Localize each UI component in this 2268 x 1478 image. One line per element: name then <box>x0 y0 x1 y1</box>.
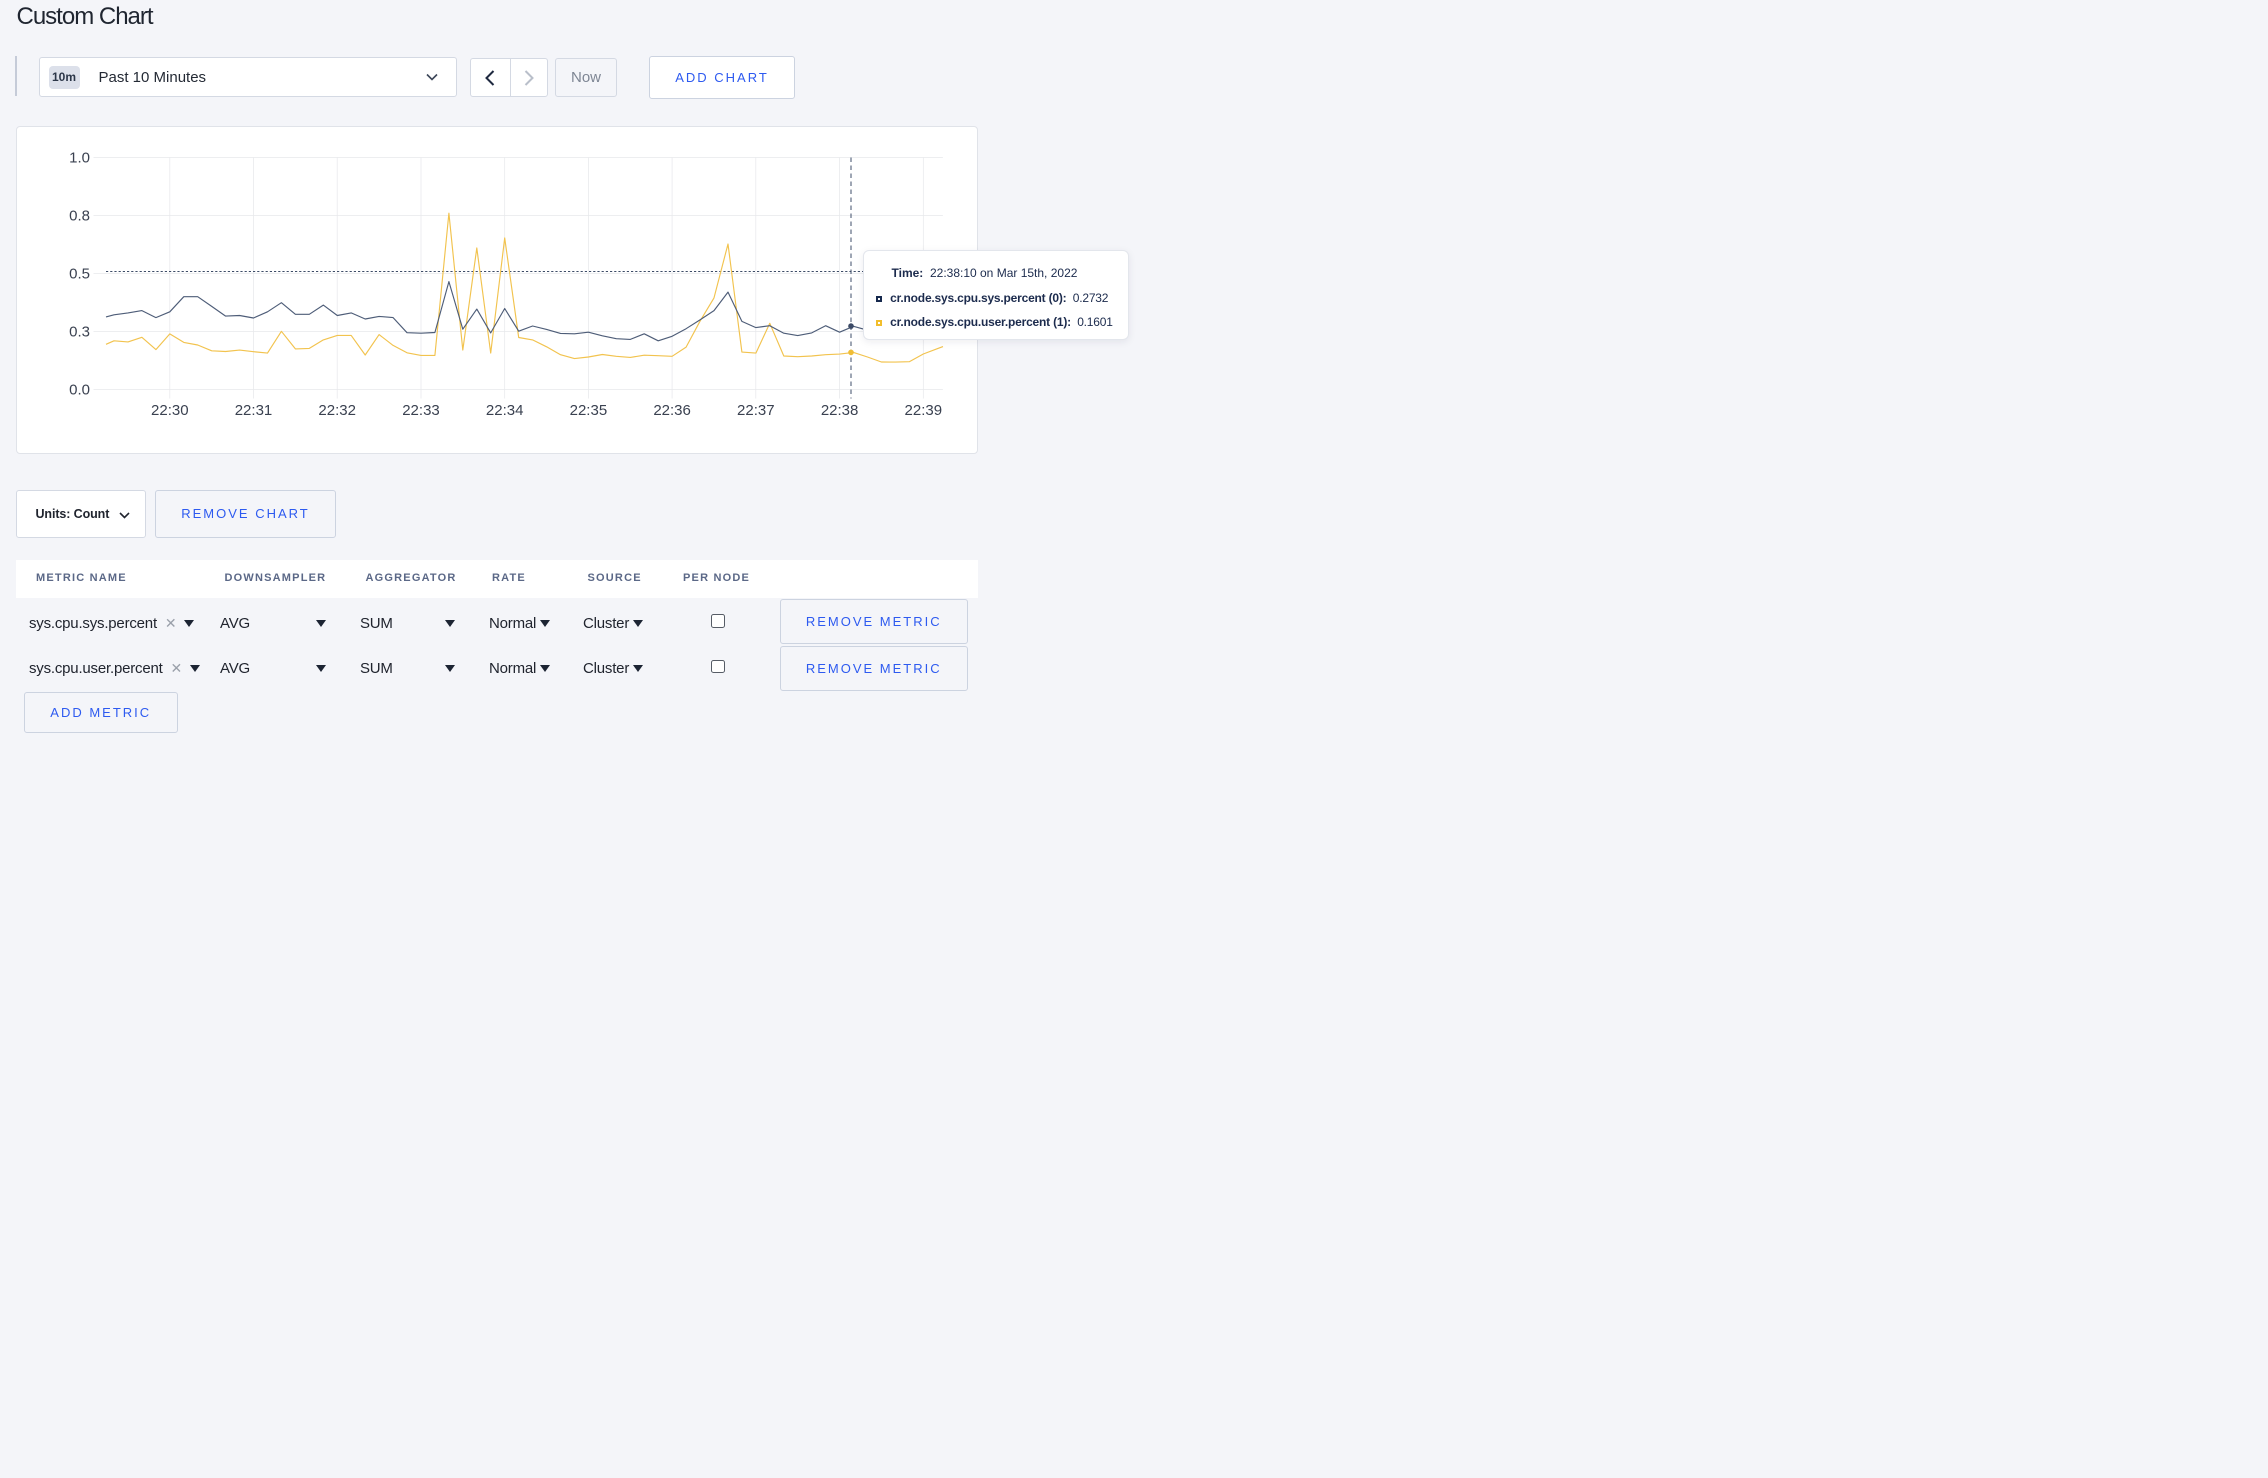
svg-text:22:32: 22:32 <box>318 402 356 419</box>
svg-text:22:37: 22:37 <box>737 402 775 419</box>
svg-text:22:30: 22:30 <box>151 402 189 419</box>
svg-text:22:31: 22:31 <box>235 402 273 419</box>
svg-text:0.3: 0.3 <box>69 324 90 341</box>
svg-text:22:36: 22:36 <box>653 402 691 419</box>
svg-text:22:34: 22:34 <box>486 402 524 419</box>
svg-text:22:38: 22:38 <box>821 402 859 419</box>
svg-text:0.5: 0.5 <box>69 266 90 283</box>
svg-text:22:39: 22:39 <box>905 402 943 419</box>
svg-text:1.0: 1.0 <box>69 150 90 167</box>
svg-text:0.0: 0.0 <box>69 382 90 399</box>
svg-text:22:33: 22:33 <box>402 402 440 419</box>
svg-text:22:35: 22:35 <box>570 402 608 419</box>
svg-text:0.8: 0.8 <box>69 208 90 225</box>
